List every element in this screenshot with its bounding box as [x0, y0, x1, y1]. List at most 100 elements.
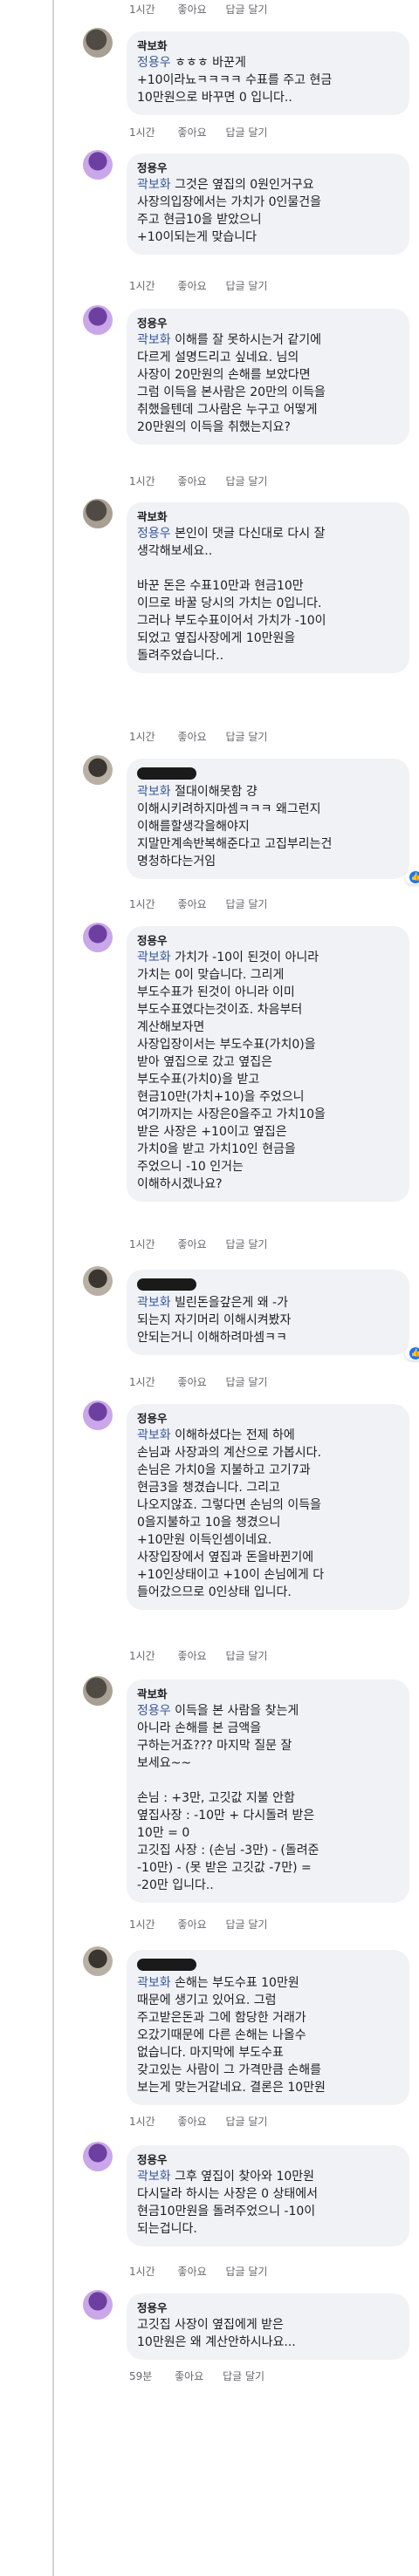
comment-text: 곽보화 그후 옆집이 찾아와 10만원 다시달라 하시는 사장은 0 상태에서 …	[137, 2168, 399, 2238]
avatar[interactable]	[83, 923, 113, 952]
comment-author[interactable]: 곽보화	[137, 1687, 399, 1702]
avatar[interactable]	[83, 499, 113, 528]
avatar[interactable]	[83, 2142, 113, 2171]
reaction-count[interactable]: 👍1	[405, 1346, 419, 1360]
comment-author[interactable]: 곽보화	[137, 509, 399, 525]
comment-author[interactable]: 정용우	[137, 2152, 399, 2168]
like-button[interactable]: 좋아요	[178, 898, 207, 910]
like-button[interactable]: 좋아요	[178, 1376, 207, 1388]
comment-actions: 59분 좋아요 답글 달기	[129, 2368, 280, 2383]
avatar[interactable]	[83, 2290, 113, 2320]
comment-actions: 1시간 좋아요 답글 달기	[129, 125, 283, 140]
comment-author[interactable]: 정용우	[137, 316, 399, 331]
comment-author[interactable]: 곽보화	[137, 38, 399, 54]
comment-time[interactable]: 1시간	[129, 898, 155, 910]
comment-actions: 1시간 좋아요 답글 달기	[129, 896, 283, 911]
like-button[interactable]: 좋아요	[178, 3, 207, 16]
reply-button[interactable]: 답글 달기	[226, 126, 268, 139]
reply-button[interactable]: 답글 달기	[223, 2370, 264, 2382]
like-button[interactable]: 좋아요	[178, 280, 207, 292]
comment-text: 정용우 본인이 댓글 다신대로 다시 잘 생각해보세요.. 바꾼 돈은 수표10…	[137, 525, 399, 664]
reply-button[interactable]: 답글 달기	[226, 1376, 268, 1388]
like-button[interactable]: 좋아요	[175, 2370, 203, 2382]
avatar[interactable]	[83, 28, 113, 58]
comment-bubble: 정용우 고깃집 사장이 옆집에게 받은 10만원은 왜 계산안하시나요...	[127, 2293, 409, 2360]
mention-link[interactable]: 곽보화	[137, 1296, 171, 1310]
mention-link[interactable]: 정용우	[137, 56, 171, 70]
comment-bubble: 곽보화 정용우 본인이 댓글 다신대로 다시 잘 생각해보세요.. 바꾼 돈은 …	[127, 502, 409, 673]
mention-link[interactable]: 곽보화	[137, 951, 171, 964]
mention-link[interactable]: 곽보화	[137, 785, 171, 799]
comment-actions: 1시간 좋아요 답글 달기	[129, 1237, 283, 1251]
reply-button[interactable]: 답글 달기	[226, 1650, 268, 1662]
comment-author[interactable]: 정용우	[137, 933, 399, 949]
comment-time[interactable]: 59분	[129, 2370, 152, 2382]
reply-button[interactable]: 답글 달기	[226, 2116, 268, 2128]
mention-link[interactable]: 곽보화	[137, 2170, 171, 2184]
mention-link[interactable]: 곽보화	[137, 178, 171, 192]
mention-link[interactable]: 정용우	[137, 1704, 171, 1718]
comment-author[interactable]: 정용우	[137, 1411, 399, 1427]
comment-time[interactable]: 1시간	[129, 2116, 155, 2128]
comment-text: 곽보화 이해하셨다는 전제 하에 손님과 사장과의 계산으로 가봅시다. 손님은…	[137, 1427, 399, 1601]
avatar[interactable]	[83, 1676, 113, 1706]
mention-link[interactable]: 곽보화	[137, 1976, 171, 1990]
comment-text: 곽보화 빌린돈을갚은게 왜 -가 되는지 자기머리 이해시켜봤자 안되는거니 이…	[137, 1294, 399, 1346]
like-button[interactable]: 좋아요	[178, 2116, 207, 2128]
comment-text: 고깃집 사장이 옆집에게 받은 10만원은 왜 계산안하시나요...	[137, 2316, 399, 2351]
mention-link[interactable]: 곽보화	[137, 1428, 171, 1442]
reply-button[interactable]: 답글 달기	[226, 1238, 268, 1251]
like-reaction-icon: 👍	[409, 871, 419, 883]
reply-button[interactable]: 답글 달기	[226, 1918, 268, 1931]
comment-time[interactable]: 1시간	[129, 2266, 155, 2278]
like-button[interactable]: 좋아요	[178, 731, 207, 743]
comment-actions: 1시간 좋아요 답글 달기	[129, 474, 283, 488]
like-button[interactable]: 좋아요	[178, 2266, 207, 2278]
comment-actions: 1시간 좋아요 답글 달기	[129, 729, 283, 744]
like-button[interactable]: 좋아요	[178, 1650, 207, 1662]
reply-button[interactable]: 답글 달기	[226, 280, 268, 292]
reply-button[interactable]: 답글 달기	[226, 2266, 268, 2278]
like-reaction-icon: 👍	[409, 1347, 419, 1360]
avatar[interactable]	[83, 1400, 113, 1430]
comment-bubble: 정용우 곽보화 가치가 -10이 된것이 아니라 가치는 0이 맞습니다. 그리…	[127, 926, 409, 1202]
comment-time[interactable]: 1시간	[129, 280, 155, 292]
like-button[interactable]: 좋아요	[178, 475, 207, 487]
avatar[interactable]	[83, 1946, 113, 1976]
comment-author-redacted	[137, 767, 196, 780]
comment-bubble: 곽보화 정용우 ㅎㅎㅎ 바꾼게 +10이라뇨ㅋㅋㅋㅋ 수표를 주고 현금 10만…	[127, 31, 409, 115]
comment-author-redacted	[137, 1959, 196, 1971]
comment-actions: 1시간 좋아요 답글 달기	[129, 1648, 283, 1663]
comment-actions: 1시간 좋아요 답글 달기	[129, 1374, 283, 1389]
comment-time[interactable]: 1시간	[129, 1918, 155, 1931]
reply-button[interactable]: 답글 달기	[226, 475, 268, 487]
avatar[interactable]	[83, 1266, 113, 1296]
comment-time[interactable]: 1시간	[129, 731, 155, 743]
like-button[interactable]: 좋아요	[178, 1918, 207, 1931]
reply-button[interactable]: 답글 달기	[226, 3, 268, 16]
comment-author[interactable]: 정용우	[137, 2300, 399, 2316]
comment-time[interactable]: 1시간	[129, 475, 155, 487]
mention-link[interactable]: 정용우	[137, 527, 171, 541]
like-button[interactable]: 좋아요	[178, 126, 207, 139]
mention-link[interactable]: 곽보화	[137, 333, 171, 347]
avatar[interactable]	[83, 755, 113, 785]
comment-actions: 1시간 좋아요 답글 달기	[129, 2, 283, 17]
comment-text: 정용우 ㅎㅎㅎ 바꾼게 +10이라뇨ㅋㅋㅋㅋ 수표를 주고 현금 10만원으로 …	[137, 54, 399, 106]
comment-bubble: 정용우 곽보화 이해하셨다는 전제 하에 손님과 사장과의 계산으로 가봅시다.…	[127, 1404, 409, 1610]
avatar[interactable]	[83, 305, 113, 335]
comment-bubble: 곽보화 절대이해못함 걍 이해시키려하지마셈ㅋㅋㅋ 왜그런지 이해를할생각을해야…	[127, 759, 419, 884]
comment-time[interactable]: 1시간	[129, 1650, 155, 1662]
comment-time[interactable]: 1시간	[129, 1376, 155, 1388]
reply-button[interactable]: 답글 달기	[226, 731, 268, 743]
comment-author[interactable]: 정용우	[137, 160, 399, 176]
comment-bubble: 곽보화 정용우 이득을 본 사람을 찾는게 아니라 손해를 본 금액을 구하는거…	[127, 1680, 409, 1903]
comment-actions: 1시간 좋아요 답글 달기	[129, 278, 283, 293]
comment-actions: 1시간 좋아요 답글 달기	[129, 2114, 283, 2129]
avatar[interactable]	[83, 150, 113, 180]
comment-time[interactable]: 1시간	[129, 1238, 155, 1251]
reply-button[interactable]: 답글 달기	[226, 898, 268, 910]
comment-time[interactable]: 1시간	[129, 126, 155, 139]
reaction-count[interactable]: 👍1	[405, 870, 419, 884]
like-button[interactable]: 좋아요	[178, 1238, 207, 1251]
